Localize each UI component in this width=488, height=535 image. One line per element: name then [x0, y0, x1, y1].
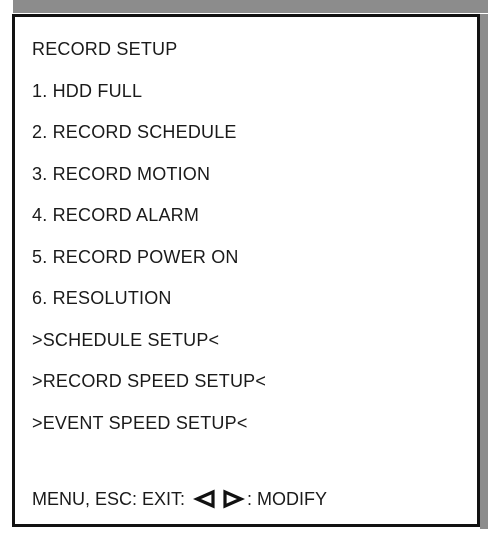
exit-hint-text: MENU, ESC: EXIT: [32, 489, 186, 509]
menu-item-hdd-full[interactable]: 1. HDD FULL [32, 80, 142, 102]
window-top-shadow-bar [13, 0, 488, 13]
menu-item-record-motion[interactable]: 3. RECORD MOTION [32, 163, 210, 185]
menu-item-record-schedule[interactable]: 2. RECORD SCHEDULE [32, 121, 237, 143]
menu-item-resolution[interactable]: 6. RESOLUTION [32, 287, 172, 309]
window-right-shadow-bar [480, 14, 488, 529]
menu-title: RECORD SETUP [32, 39, 178, 59]
left-arrow-icon [193, 489, 215, 509]
submenu-record-speed-setup[interactable]: >RECORD SPEED SETUP< [32, 370, 266, 392]
right-arrow-icon [223, 489, 246, 509]
record-setup-menu-panel: RECORD SETUP 1. HDD FULL 2. RECORD SCHED… [12, 14, 480, 527]
menu-item-record-alarm[interactable]: 4. RECORD ALARM [32, 204, 199, 226]
submenu-event-speed-setup[interactable]: >EVENT SPEED SETUP< [32, 412, 248, 434]
menu-item-record-power-on[interactable]: 5. RECORD POWER ON [32, 246, 239, 268]
menu-footer-hint: MENU, ESC: EXIT: : MODIFY [32, 488, 327, 510]
modify-hint-text: : MODIFY [247, 489, 328, 509]
submenu-schedule-setup[interactable]: >SCHEDULE SETUP< [32, 329, 219, 351]
